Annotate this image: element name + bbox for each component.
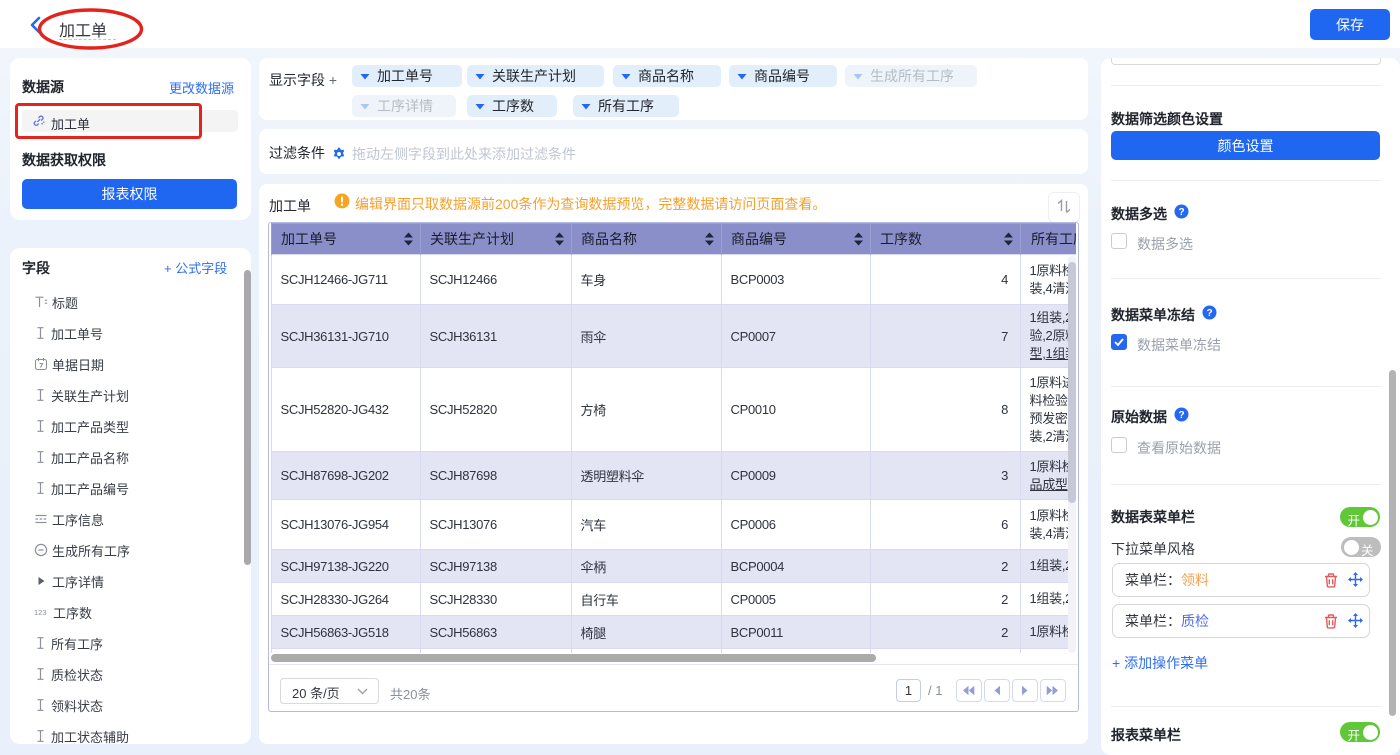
- svg-text:?: ?: [1178, 207, 1184, 218]
- svg-text:?: ?: [1206, 308, 1212, 319]
- svg-text:123: 123: [34, 608, 47, 617]
- svg-text:?: ?: [1178, 410, 1184, 421]
